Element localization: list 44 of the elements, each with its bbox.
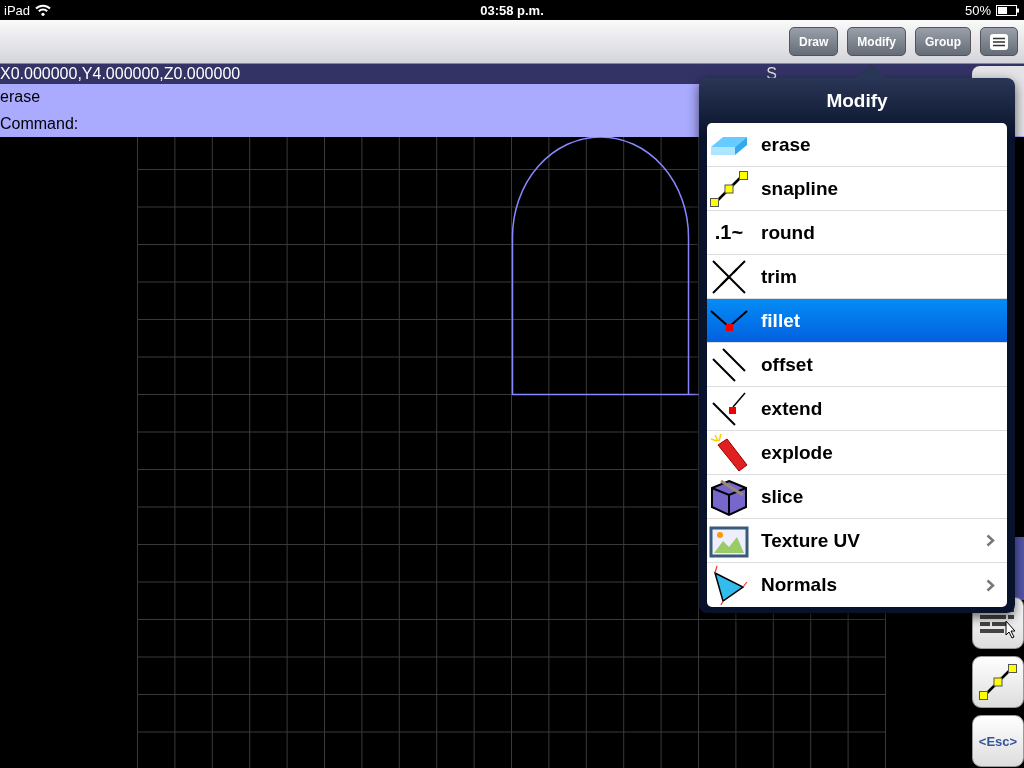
wifi-icon — [35, 4, 52, 16]
menu-item[interactable]: fillet — [707, 299, 1007, 343]
menu-item[interactable]: slice — [707, 475, 1007, 519]
snapline-button[interactable] — [972, 656, 1024, 708]
battery-percent: 50% — [964, 2, 991, 18]
chevron-icon — [986, 534, 995, 547]
coordinate-readout: X0.000000,Y4.000000,Z0.000000 — [0, 65, 241, 83]
arch-outline[interactable] — [511, 137, 701, 396]
menu-item[interactable]: Texture UV — [707, 519, 1007, 563]
menu-item-label: snapline — [761, 177, 840, 200]
menu-item-label: Texture UV — [761, 529, 861, 552]
menu-item-label: offset — [761, 353, 814, 376]
menu-item[interactable]: offset — [707, 343, 1007, 387]
explode-icon — [709, 432, 749, 473]
popover-title: Modify — [825, 88, 889, 113]
menu-icon — [990, 33, 1008, 50]
menu-item-label: fillet — [761, 309, 802, 332]
last-command: erase — [0, 88, 41, 107]
popover-pointer — [856, 64, 886, 78]
menu-item[interactable]: snapline — [707, 167, 1007, 211]
escape-button[interactable]: <Esc> — [972, 715, 1024, 767]
toolbar-button[interactable]: Group — [915, 27, 971, 56]
toolbar-button[interactable]: Draw — [789, 27, 839, 56]
menu-item[interactable]: Normals — [707, 563, 1007, 607]
device-name: iPad — [4, 2, 31, 18]
menu-item[interactable]: extend — [707, 387, 1007, 431]
menu-item-label: explode — [761, 441, 834, 464]
battery-icon — [996, 4, 1020, 16]
command-prompt: Command: — [0, 114, 79, 133]
menu-button[interactable] — [980, 27, 1018, 56]
menu-item[interactable]: .1~ round — [707, 211, 1007, 255]
menu-item-label: Normals — [761, 574, 839, 596]
menu-item-label: slice — [761, 485, 805, 508]
menu-item[interactable]: erase — [707, 123, 1007, 167]
menu-item-label: erase — [761, 133, 812, 156]
menu-item-label: round — [761, 221, 816, 244]
chevron-icon — [986, 578, 995, 592]
menu-item[interactable]: explode — [707, 431, 1007, 475]
clock: 03:58 p.m. — [480, 2, 544, 18]
menu-item-label: trim — [761, 265, 798, 288]
snapline-icon — [709, 168, 749, 209]
toolbar-button[interactable]: Modify — [847, 27, 906, 56]
round-icon: .1~ — [709, 212, 749, 253]
menu-item-label: extend — [761, 397, 824, 420]
